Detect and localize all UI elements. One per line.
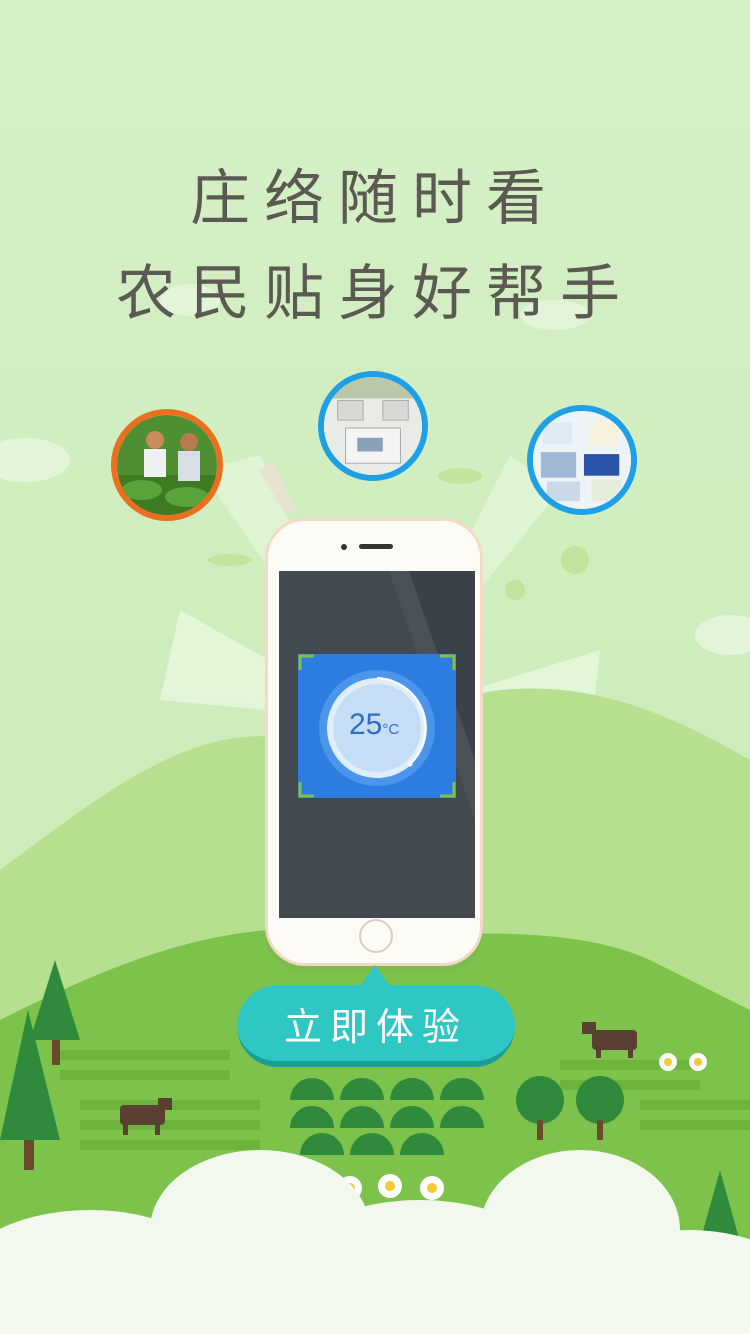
headline-line-2: 农民贴身好帮手 (116, 259, 634, 329)
device-photo-bubble[interactable] (318, 371, 428, 481)
company-collage-photo-bubble[interactable] (527, 405, 637, 515)
device-photo (324, 377, 422, 475)
farmers-photo (117, 415, 217, 515)
company-collage-photo (533, 411, 631, 509)
headline-line-1: 庄络随时看 (190, 164, 560, 234)
farmers-photo-bubble[interactable] (111, 409, 223, 521)
temperature-unit: °C (382, 721, 400, 738)
phone-speaker (359, 544, 393, 549)
phone-camera (341, 544, 347, 550)
home-button[interactable] (359, 919, 393, 953)
temperature-readout: 25°C (349, 708, 409, 742)
temperature-value: 25 (349, 708, 383, 741)
try-now-button[interactable]: 立即体验 (237, 985, 515, 1067)
